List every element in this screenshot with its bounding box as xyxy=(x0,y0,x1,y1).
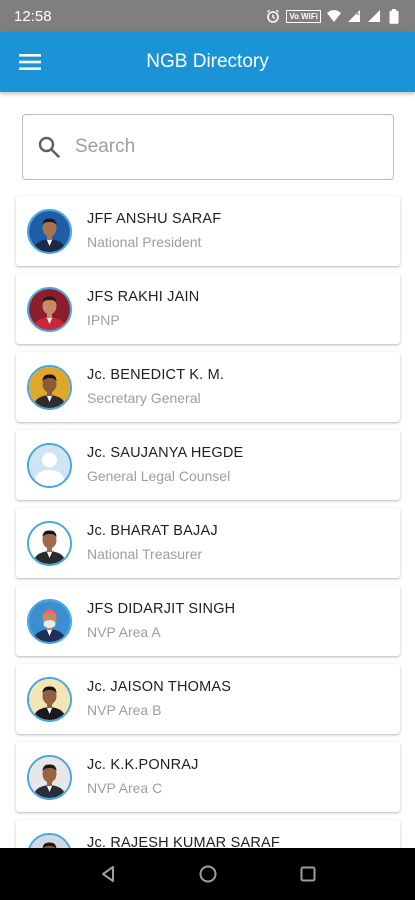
search-icon xyxy=(37,135,61,159)
member-name: Jc. K.K.PONRAJ xyxy=(87,757,199,773)
member-name: Jc. SAUJANYA HEGDE xyxy=(87,445,244,461)
member-role: NVP Area A xyxy=(87,624,161,640)
list-item[interactable]: JFS RAKHI JAIN IPNP xyxy=(16,274,400,344)
avatar xyxy=(27,287,72,332)
signal-icon xyxy=(367,9,381,23)
status-bar: 12:58 Vo WiFi xyxy=(0,0,415,32)
member-role: IPNP xyxy=(87,312,120,328)
search-input[interactable] xyxy=(75,136,375,158)
list-item[interactable]: Jc. RAJESH KUMAR SARAF xyxy=(16,820,400,848)
member-name: Jc. BENEDICT K. M. xyxy=(87,367,225,383)
page-title: NGB Directory xyxy=(146,51,269,72)
list-item[interactable]: Jc. JAISON THOMAS NVP Area B xyxy=(16,664,400,734)
status-icons: Vo WiFi xyxy=(266,8,401,24)
avatar xyxy=(27,365,72,410)
list-item[interactable]: Jc. SAUJANYA HEGDE General Legal Counsel xyxy=(16,430,400,500)
list-item[interactable]: Jc. BHARAT BAJAJ National Treasurer xyxy=(16,508,400,578)
avatar xyxy=(27,677,72,722)
list-item[interactable]: JFF ANSHU SARAF National President xyxy=(16,196,400,266)
member-role: NVP Area B xyxy=(87,702,162,718)
avatar xyxy=(27,209,72,254)
member-name: Jc. BHARAT BAJAJ xyxy=(87,523,218,539)
avatar xyxy=(27,755,72,800)
member-role: General Legal Counsel xyxy=(87,468,231,484)
member-name: JFS DIDARJIT SINGH xyxy=(87,601,236,617)
avatar xyxy=(27,599,72,644)
status-time: 12:58 xyxy=(14,7,52,25)
member-name: JFF ANSHU SARAF xyxy=(87,211,222,227)
system-nav-bar xyxy=(0,848,415,900)
member-role: Secretary General xyxy=(87,390,201,406)
list-item[interactable]: Jc. K.K.PONRAJ NVP Area C xyxy=(16,742,400,812)
hamburger-menu-icon[interactable] xyxy=(0,32,60,92)
vowifi-icon: Vo WiFi xyxy=(286,9,321,23)
avatar xyxy=(27,833,72,848)
member-name: Jc. JAISON THOMAS xyxy=(87,679,232,695)
member-name: JFS RAKHI JAIN xyxy=(87,289,200,305)
back-icon[interactable] xyxy=(92,858,124,890)
recents-icon[interactable] xyxy=(292,858,324,890)
search-field[interactable] xyxy=(22,114,394,180)
signal-icon xyxy=(347,9,361,23)
avatar xyxy=(27,521,72,566)
list-item[interactable]: Jc. BENEDICT K. M. Secretary General xyxy=(16,352,400,422)
member-role: National President xyxy=(87,234,202,250)
wifi-icon xyxy=(327,9,341,23)
battery-icon xyxy=(387,8,401,24)
app-bar: NGB Directory xyxy=(0,32,415,92)
member-role: National Treasurer xyxy=(87,546,203,562)
list-item[interactable]: JFS DIDARJIT SINGH NVP Area A xyxy=(16,586,400,656)
member-role: NVP Area C xyxy=(87,780,163,796)
alarm-icon xyxy=(266,9,280,23)
member-name: Jc. RAJESH KUMAR SARAF xyxy=(87,835,280,848)
home-icon[interactable] xyxy=(192,858,224,890)
avatar xyxy=(27,443,72,488)
member-list[interactable]: JFF ANSHU SARAF National President JFS RAK… xyxy=(0,192,415,848)
